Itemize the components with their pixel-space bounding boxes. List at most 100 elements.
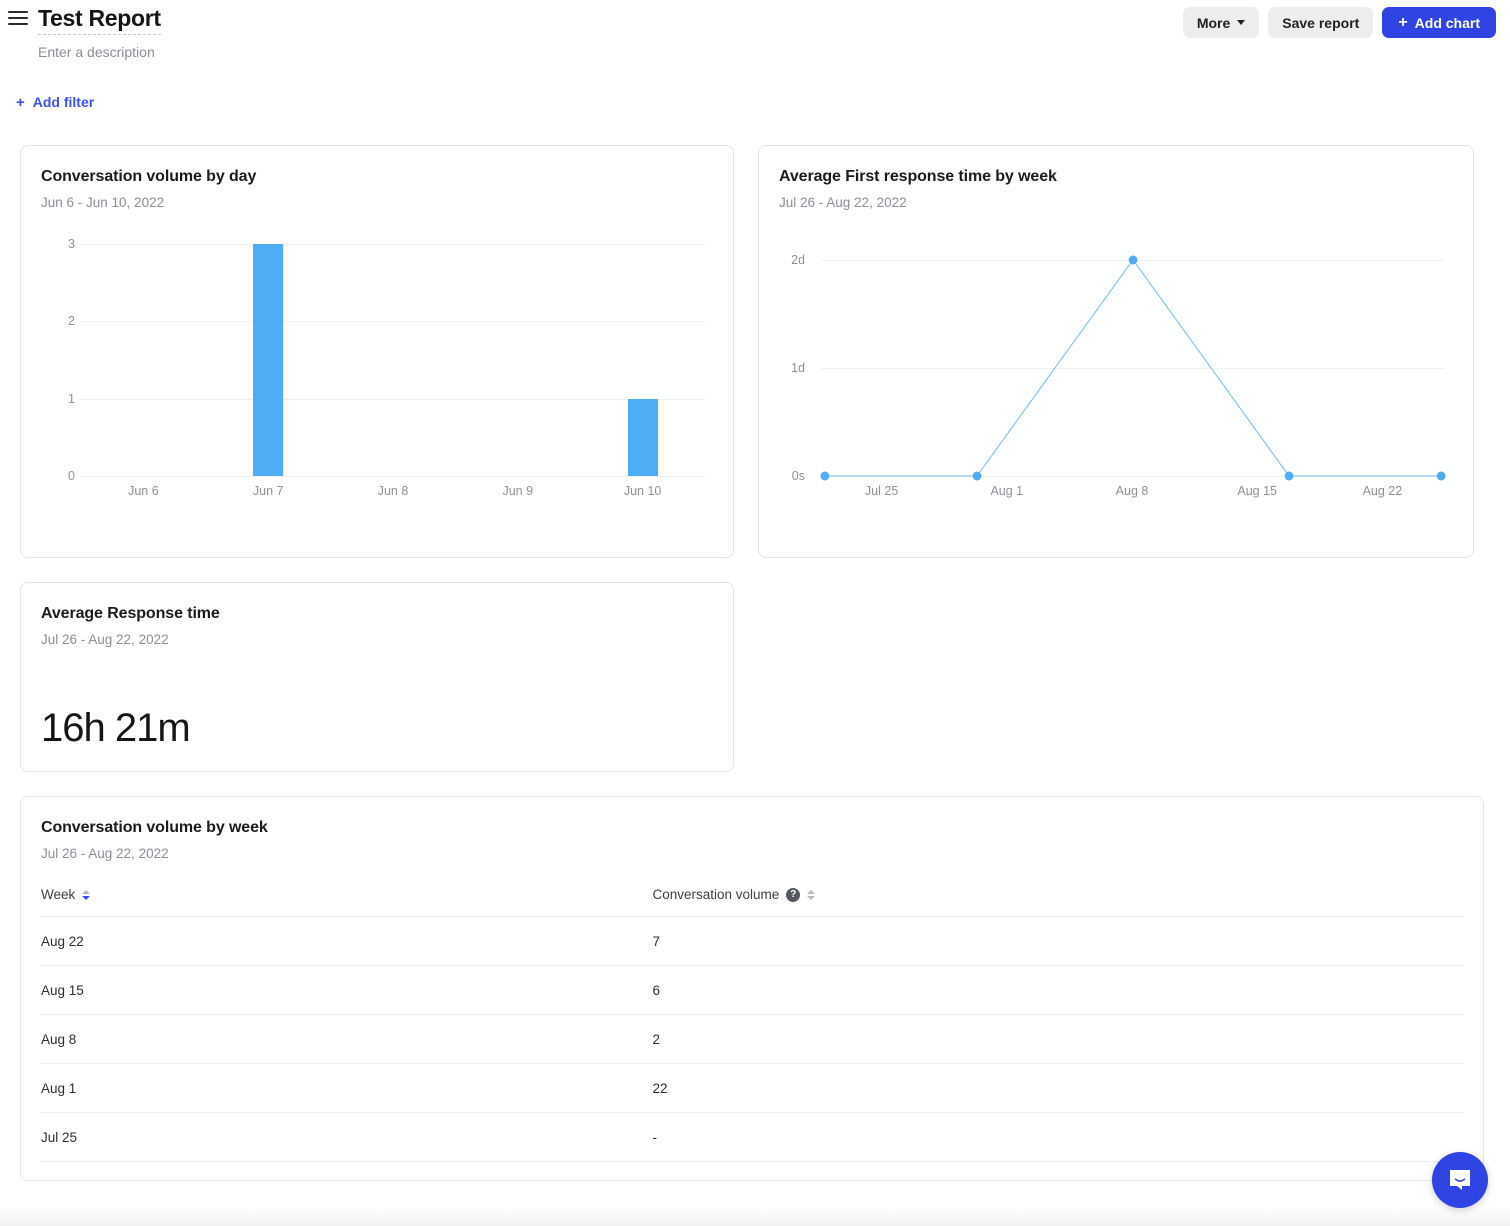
title-wrap: Test Report	[38, 4, 161, 35]
chevron-down-icon	[1237, 20, 1246, 25]
x-tick-label: Aug 15	[1237, 484, 1278, 498]
bar-cell	[81, 244, 206, 476]
column-header-conversation-volume[interactable]: Conversation volume ?	[652, 887, 1463, 917]
table-row[interactable]: Aug 15 6	[41, 965, 1463, 1015]
data-point[interactable]	[1436, 471, 1446, 481]
column-label: Conversation volume	[652, 887, 780, 902]
y-tick-label: 1	[68, 391, 75, 406]
top-bar: Test Report Enter a description More Sav…	[0, 0, 1510, 76]
chart-grid: Conversation volume by day Jun 6 - Jun 1…	[20, 145, 1490, 1205]
chat-launcher-button[interactable]	[1432, 1152, 1488, 1208]
x-tick-label: Jun 9	[502, 484, 534, 498]
data-table: Week Conversation volume ? Aug 22 7 Aug …	[41, 887, 1463, 1162]
cell-volume: 6	[652, 965, 1463, 1015]
card-conversation-volume-by-day: Conversation volume by day Jun 6 - Jun 1…	[20, 145, 734, 558]
card-title: Average Response time	[41, 605, 220, 622]
y-tick-label: 3	[68, 237, 75, 251]
plus-icon: +	[16, 93, 25, 111]
save-report-button[interactable]: Save report	[1268, 7, 1374, 38]
bar-cell	[331, 244, 456, 476]
table-row[interactable]: Aug 1 22	[41, 1063, 1463, 1113]
sort-icon[interactable]	[82, 889, 91, 900]
metric-value: 16h 21m	[41, 706, 191, 750]
plot-area	[81, 244, 705, 477]
bottom-band	[0, 1206, 1510, 1226]
y-tick-label: 1d	[791, 360, 805, 375]
column-header-inner: Conversation volume ?	[652, 887, 816, 902]
card-subtitle: Jul 26 - Aug 22, 2022	[41, 632, 169, 647]
description-input[interactable]: Enter a description	[38, 42, 155, 62]
y-tick-label: 2	[68, 314, 75, 329]
add-chart-button[interactable]: + Add chart	[1382, 7, 1496, 38]
card-conversation-volume-by-week: Conversation volume by week Jul 26 - Aug…	[20, 796, 1484, 1181]
data-point[interactable]	[1284, 471, 1294, 481]
data-point[interactable]	[820, 471, 830, 481]
more-label: More	[1196, 14, 1231, 31]
cell-week: Aug 8	[41, 1014, 653, 1064]
cell-volume: 2	[652, 1014, 1463, 1064]
y-axis-labels: 3 2 1 0	[41, 237, 75, 483]
table-body: Aug 22 7 Aug 15 6 Aug 8 2 Aug 1 22 Jul 2…	[41, 916, 1463, 1162]
more-button[interactable]: More	[1182, 7, 1260, 38]
cell-volume: 22	[652, 1063, 1463, 1113]
plus-icon: +	[1398, 13, 1408, 31]
card-average-first-response-time-by-week: Average First response time by week Jul …	[758, 145, 1474, 558]
x-axis-labels: Jul 25 Aug 1 Aug 8 Aug 15 Aug 22	[819, 484, 1445, 498]
y-tick-label: 2d	[791, 252, 805, 267]
x-tick-label: Aug 22	[1362, 484, 1403, 498]
bar-chart: 3 2 1 0 Jun 6 Jun 7 Jun 8 Jun 9 Jun 10	[41, 237, 713, 534]
card-title: Conversation volume by week	[41, 819, 268, 836]
bar[interactable]	[627, 398, 658, 476]
column-header-inner: Week	[41, 887, 91, 902]
y-tick-label: 0	[68, 469, 75, 483]
x-tick-label: Aug 1	[990, 484, 1024, 498]
chevron-up-icon	[807, 889, 816, 894]
column-label: Week	[41, 887, 76, 902]
x-axis-labels: Jun 6 Jun 7 Jun 8 Jun 9 Jun 10	[81, 484, 705, 498]
cell-volume: 7	[652, 916, 1463, 966]
grid-row: Conversation volume by week Jul 26 - Aug…	[20, 796, 1490, 1181]
chevron-down-icon	[807, 895, 816, 900]
sort-icon[interactable]	[807, 889, 816, 900]
grid-row: Conversation volume by day Jun 6 - Jun 1…	[20, 145, 1490, 558]
card-subtitle: Jul 26 - Aug 22, 2022	[41, 846, 169, 861]
line-chart: 2d 1d 0s Jul 25 Aug 1 Aug 8 Aug 15 Aug 2…	[779, 244, 1453, 534]
grid-row: Average Response time Jul 26 - Aug 22, 2…	[20, 582, 1490, 772]
column-header-week[interactable]: Week	[41, 887, 653, 917]
cell-volume: -	[652, 1112, 1463, 1162]
x-tick-label: Jun 8	[377, 484, 409, 498]
table-header-row: Week Conversation volume ?	[41, 887, 1463, 917]
chevron-down-icon	[82, 895, 91, 900]
cell-week: Jul 25	[41, 1112, 653, 1162]
cell-week: Aug 22	[41, 916, 653, 966]
table-row[interactable]: Aug 8 2	[41, 1014, 1463, 1064]
card-title: Average First response time by week	[779, 168, 1057, 185]
card-title: Conversation volume by day	[41, 168, 257, 185]
x-tick-label: Jun 7	[252, 484, 284, 498]
line-markers	[820, 255, 1446, 481]
table-row[interactable]: Jul 25 -	[41, 1112, 1463, 1162]
help-icon[interactable]: ?	[786, 887, 801, 902]
table-head: Week Conversation volume ?	[41, 887, 1463, 917]
y-axis-labels: 2d 1d 0s	[779, 244, 805, 483]
add-filter-button[interactable]: + Add filter	[16, 94, 94, 110]
table-row[interactable]: Aug 22 7	[41, 916, 1463, 966]
data-point[interactable]	[1128, 255, 1138, 265]
card-subtitle: Jul 26 - Aug 22, 2022	[779, 195, 907, 210]
x-tick-label: Aug 8	[1115, 484, 1149, 498]
x-tick-label: Jun 10	[623, 484, 662, 498]
x-tick-label: Jun 6	[128, 484, 159, 498]
bar-cell	[455, 244, 580, 476]
page-title[interactable]: Test Report	[38, 4, 161, 35]
gridline	[81, 476, 705, 477]
chat-bubble-icon	[1450, 1170, 1470, 1190]
plot-area	[820, 244, 1446, 481]
hamburger-icon[interactable]	[8, 9, 28, 27]
data-point[interactable]	[972, 471, 982, 481]
add-chart-label: Add chart	[1414, 14, 1480, 31]
report-page: Test Report Enter a description More Sav…	[0, 0, 1510, 1226]
top-actions: More Save report + Add chart	[1182, 7, 1496, 38]
bar[interactable]	[253, 244, 284, 476]
cell-week: Aug 15	[41, 965, 653, 1015]
bar-cell	[580, 244, 705, 476]
